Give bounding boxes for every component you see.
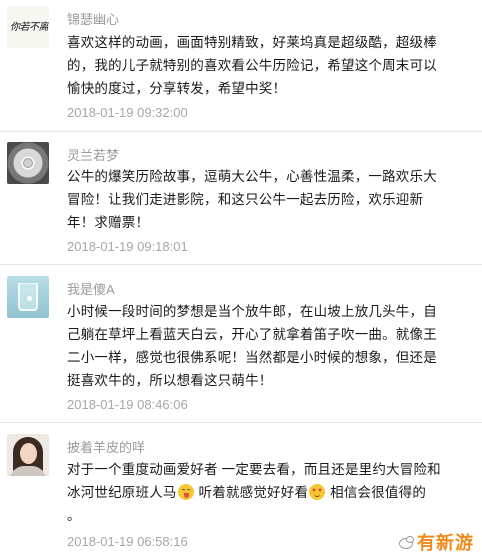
comment-text: 小时候一段时间的梦想是当个放牛郎，在山坡上放几头牛，自 己躺在草坪上看蓝天白云，… [67,300,457,392]
tongue-out-emoji-icon [177,484,194,500]
comment-text: 公牛的爆笑历险故事，逗萌大公牛，心善性温柔，一路欢乐大 冒险！让我们走进影院，和… [67,165,457,234]
bird-logo-icon [398,535,414,550]
comment-line: 喜欢这样的动画，画面特别精致，好莱坞真是超级酷，超级棒 [67,35,437,50]
comment-text: 对于一个重度动画爱好者 一定要去看，而且还是里约大冒险和 冰河世纪原班人马 听着… [67,458,457,527]
username[interactable]: 锦瑟幽心 [67,12,119,28]
glass-shape [18,283,38,311]
comment-line: 小时候一段时间的梦想是当个放牛郎，在山坡上放几头牛，自 [67,304,437,319]
comment-line: 己躺在草坪上看蓝天白云，开心了就拿着笛子吹一曲。就像王 [67,327,437,342]
comment-line: 的，我的儿子就特别的喜欢看公牛历险记，希望这个周末可以 [67,58,437,73]
comment-line: 对于一个重度动画爱好者 一定要去看，而且还是里约大冒险和 [67,462,441,477]
watermark-text: 有新游 [417,533,474,554]
username[interactable]: 我是傻A [67,282,115,298]
avatar[interactable]: 你若不离不弃 [7,6,49,48]
watermark: 有新游 [398,531,474,554]
avatar-calligraphy: 你若不离不弃 [10,22,49,33]
daisy-center [23,158,33,168]
avatar[interactable] [7,434,49,476]
timestamp: 2018-01-19 08:46:06 [67,397,188,412]
username[interactable]: 披着羊皮的咩 [67,440,145,456]
avatar[interactable] [7,142,49,184]
username[interactable]: 灵兰若梦 [67,148,119,164]
heart-eyes-emoji-icon: ♥ ♥ [309,484,326,500]
timestamp: 2018-01-19 06:58:16 [67,534,188,549]
comment-item: 灵兰若梦 公牛的爆笑历险故事，逗萌大公牛，心善性温柔，一路欢乐大 冒险！让我们走… [0,132,482,260]
comment-text: 喜欢这样的动画，画面特别精致，好莱坞真是超级酷，超级棒 的，我的儿子就特别的喜欢… [67,31,457,100]
comment-line: 愉快的度过，分享转发，希望中奖！ [67,81,287,96]
comment-line: 。 [67,508,81,523]
comment-item: 你若不离不弃 锦瑟幽心 喜欢这样的动画，画面特别精致，好莱坞真是超级酷，超级棒 … [0,0,482,128]
timestamp: 2018-01-19 09:32:00 [67,105,188,120]
avatar[interactable] [7,276,49,318]
comment-item: 我是傻A 小时候一段时间的梦想是当个放牛郎，在山坡上放几头牛，自 己躺在草坪上看… [0,265,482,418]
comment-line: 冰河世纪原班人马 听着就感觉好好看 ♥ ♥ 相信会很值得的 [67,484,427,500]
timestamp: 2018-01-19 09:18:01 [67,239,188,254]
comment-line: 年！求赠票！ [67,215,150,230]
comment-line: 二小一样，感觉也很佛系呢！当然都是小时候的想象，但还是 [67,350,437,365]
comment-line: 冒险！让我们走进影院，和这只公牛一起去历险，欢乐迎新 [67,192,424,207]
comment-line: 公牛的爆笑历险故事，逗萌大公牛，心善性温柔，一路欢乐大 [67,169,437,184]
comment-line: 挺喜欢牛的，所以想看这只萌牛！ [67,373,273,388]
